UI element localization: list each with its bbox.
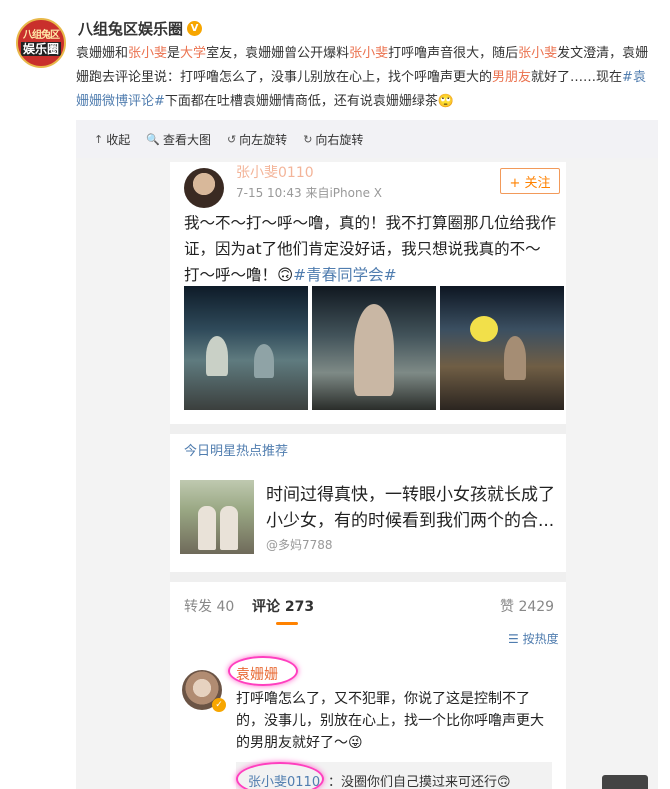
- reply-box: 张小斐0110 ：没圈你们自己摸过来可还行🙃: [236, 762, 552, 789]
- inner-post-tag: #青春同学会#: [293, 266, 397, 284]
- inner-post-images: [184, 286, 564, 410]
- author-name[interactable]: 八组兔区娱乐圈: [78, 18, 183, 39]
- avatar-text-bottom: 娱乐圈: [20, 42, 61, 56]
- hot-recommend-image: [180, 480, 254, 554]
- inner-post-username: 张小斐0110: [236, 165, 314, 181]
- overlay-corner: [602, 775, 648, 789]
- post-text-segment: 室友，袁姗姗曾公开爆料: [206, 46, 350, 61]
- post-text-segment: 袁姗姗和: [76, 46, 129, 61]
- sort-label: 按热度: [522, 632, 559, 646]
- inner-post-meta: 7-15 10:43 来自iPhone X: [236, 186, 382, 200]
- collapse-label: 收起: [106, 132, 131, 147]
- divider: [170, 424, 566, 434]
- highlight-keyword-link[interactable]: 张小斐: [518, 46, 557, 61]
- commenter-verified-icon: ✓: [212, 698, 226, 712]
- rotate-right-button[interactable]: ↻ 向右旋转: [303, 131, 363, 148]
- inner-post-body: 我～不～打～呼～噜，真的！我不打算圈那几位给我作证，因为at了他们肯定没好话，我…: [184, 210, 556, 288]
- verified-badge-icon: V: [187, 21, 203, 36]
- tab-comment: 评论 273: [252, 599, 315, 615]
- rotate-right-icon: ↻: [303, 132, 313, 146]
- rotate-left-icon: ↺: [226, 132, 237, 146]
- rotate-left-button[interactable]: ↺ 向左旋转: [227, 131, 287, 148]
- interaction-tabs: 转发 40 评论 273 赞 2429: [170, 586, 566, 626]
- hot-recommend-title: 今日明星热点推荐: [184, 444, 289, 459]
- collapse-icon: ↑: [94, 132, 104, 146]
- phone-screen: 张小斐0110 7-15 10:43 来自iPhone X + 关注 我～不～打…: [170, 162, 566, 789]
- post-text-segment: 🙄: [437, 94, 455, 109]
- inner-follow-button: + 关注: [500, 168, 560, 194]
- image-toolbar: ↑ 收起 🔍 查看大图 ↺ 向左旋转 ↻ 向右旋转: [76, 120, 658, 158]
- highlight-keyword-link[interactable]: 张小斐: [349, 46, 388, 61]
- author-avatar[interactable]: 八组兔区 娱乐圈: [16, 18, 66, 68]
- reply-text: ：没圈你们自己摸过来可还行🙃: [328, 775, 511, 789]
- inner-post-avatar: [184, 168, 224, 208]
- sort-by-hot: ☰ 按热度: [508, 630, 559, 647]
- collapse-button[interactable]: ↑ 收起: [94, 131, 130, 148]
- active-tab-indicator: [276, 622, 298, 625]
- inner-image-3: [440, 286, 564, 410]
- inner-image-2: [312, 286, 436, 410]
- hot-recommend-text: 时间过得真快，一转眼小女孩就长成了小少女，有的时候看到我们两个的合...: [266, 485, 555, 531]
- view-large-button[interactable]: 🔍 查看大图: [146, 131, 211, 148]
- tab-like: 赞 2429: [500, 599, 555, 615]
- divider: [170, 572, 566, 582]
- author-name-row[interactable]: 八组兔区娱乐圈 V: [78, 18, 203, 39]
- view-large-label: 查看大图: [162, 132, 211, 147]
- inner-image-1: [184, 286, 308, 410]
- post-text-segment: 打呼噜声音很大，随后: [388, 46, 519, 61]
- search-icon: 🔍: [146, 132, 160, 146]
- highlight-keyword-link[interactable]: 大学: [180, 46, 206, 61]
- reply-username: 张小斐0110: [248, 775, 321, 789]
- post-text-segment: 是: [167, 46, 181, 61]
- tab-repost: 转发 40: [184, 599, 235, 615]
- hot-recommend-card: 时间过得真快，一转眼小女孩就长成了小少女，有的时候看到我们两个的合... @多妈…: [180, 480, 560, 566]
- highlight-keyword-link[interactable]: 张小斐: [128, 46, 167, 61]
- sort-icon: ☰: [508, 632, 523, 646]
- rotate-left-label: 向左旋转: [239, 132, 288, 147]
- commenter-name: 袁姗姗: [236, 667, 278, 683]
- post-text-segment: 下面都在吐槽袁姗姗情商低，还有说袁姗姗绿茶: [164, 94, 438, 109]
- rotate-right-label: 向右旋转: [315, 132, 364, 147]
- embedded-screenshot[interactable]: 张小斐0110 7-15 10:43 来自iPhone X + 关注 我～不～打…: [76, 158, 658, 789]
- hot-recommend-user: @多妈7788: [266, 538, 333, 552]
- avatar-text-top: 八组兔区: [23, 30, 60, 41]
- figure-shape: [198, 506, 216, 550]
- post-text-segment: 就好了……现在: [531, 70, 623, 85]
- post-body: 袁姗姗和张小斐是大学室友，袁姗姗曾公开爆料张小斐打呼噜声音很大，随后张小斐发文澄…: [76, 42, 658, 114]
- comment-text: 打呼噜怎么了，又不犯罪，你说了这是控制不了的，没事儿，别放在心上，找一个比你呼噜…: [236, 691, 544, 751]
- highlight-keyword-link[interactable]: 男朋友: [492, 70, 531, 85]
- figure-shape: [220, 506, 238, 550]
